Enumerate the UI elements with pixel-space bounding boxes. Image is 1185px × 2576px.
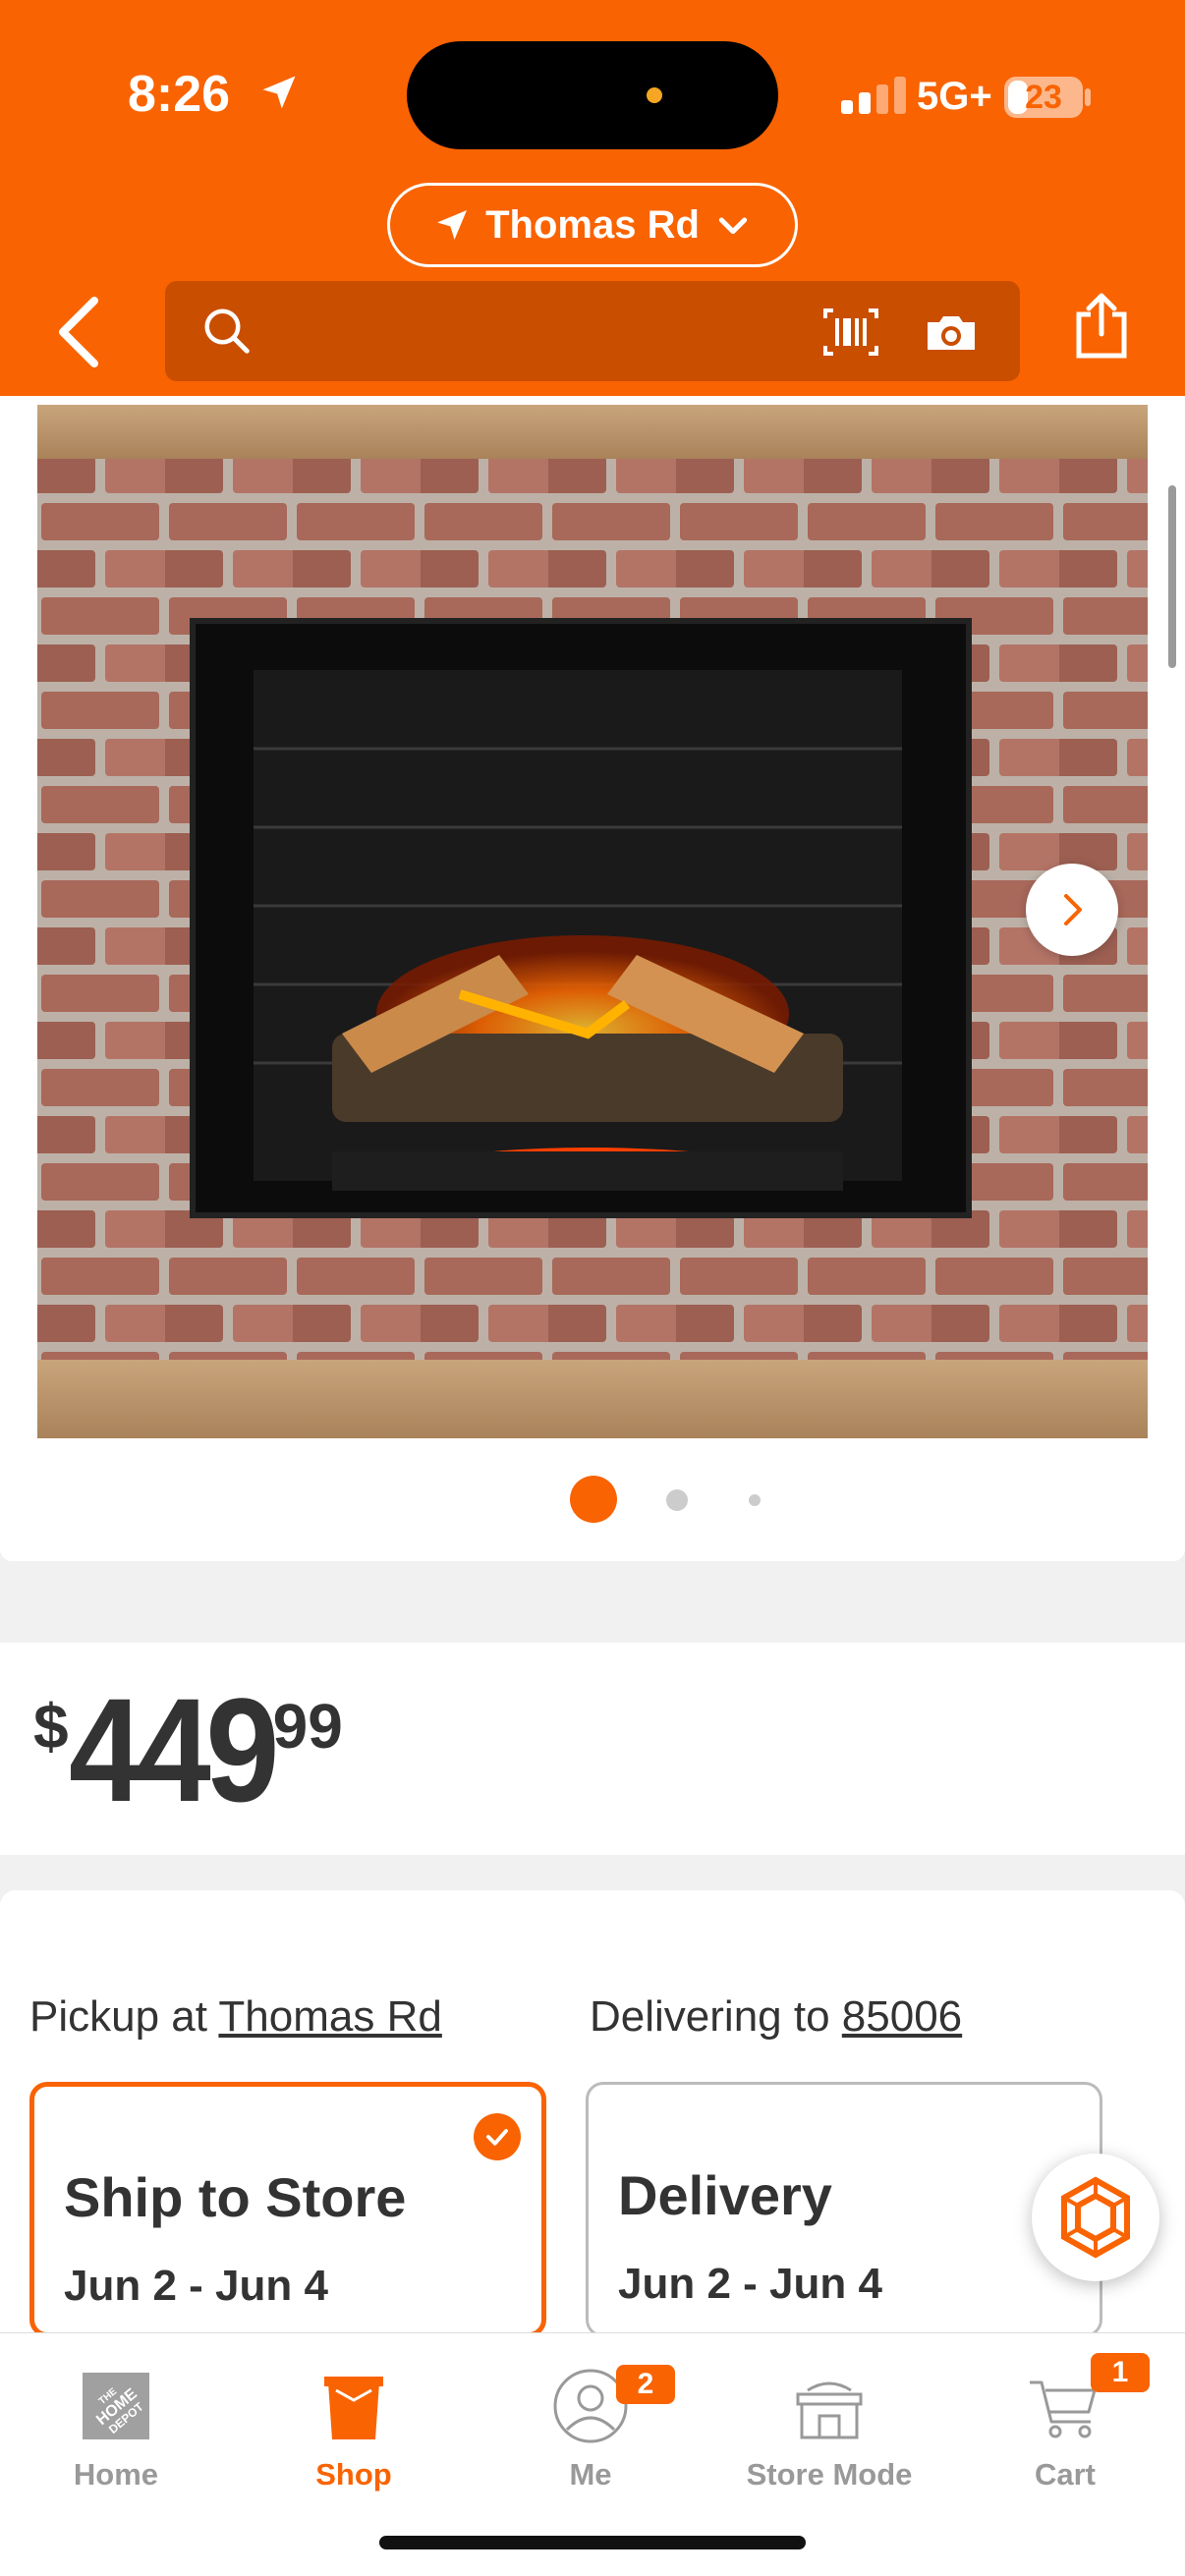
tab-store-mode[interactable]: Store Mode (721, 2353, 937, 2500)
barcode-icon[interactable] (821, 307, 880, 358)
price-cents: 99 (272, 1691, 343, 1762)
camera-dot (647, 87, 662, 103)
checkmark-icon (474, 2113, 521, 2160)
camera-icon[interactable] (924, 308, 979, 356)
battery-icon: 23 (1004, 77, 1083, 118)
bucket-icon (324, 2377, 383, 2439)
gallery-dot[interactable] (666, 1489, 688, 1511)
pickup-store-link[interactable]: Thomas Rd (218, 1992, 441, 2041)
dynamic-island (407, 41, 778, 149)
store-icon (796, 2381, 863, 2439)
product-gallery (0, 396, 1185, 1561)
next-image-button[interactable] (1026, 864, 1118, 956)
tab-home[interactable]: THE HOME DEPOT Home (8, 2353, 224, 2500)
product-image[interactable] (37, 405, 1148, 1438)
delivery-zip-link[interactable]: 85006 (842, 1992, 962, 2041)
gallery-dot-active[interactable] (570, 1476, 617, 1523)
assistant-button[interactable] (1032, 2154, 1159, 2281)
fulfillment-section: Pickup at Thomas Rd Delivering to 85006 … (0, 1890, 1185, 2337)
battery-level: 23 (1025, 79, 1062, 116)
tab-label: Cart (1034, 2457, 1096, 2492)
signal-icon (841, 77, 906, 114)
tab-bar: THE HOME DEPOT Home Shop 2 Me Store Mode… (0, 2332, 1185, 2576)
scroll-indicator (1168, 485, 1176, 668)
pickup-label: Pickup at Thomas Rd (29, 1992, 442, 2041)
option-date: Jun 2 - Jun 4 (64, 2262, 328, 2310)
home-depot-logo-icon: THE HOME DEPOT (83, 2373, 149, 2439)
price-dollar-sign: $ (33, 1691, 69, 1762)
location-arrow-icon (262, 76, 296, 109)
hexagon-assistant-icon (1061, 2176, 1130, 2259)
delivery-label: Delivering to 85006 (590, 1992, 963, 2041)
gallery-dot[interactable] (749, 1494, 761, 1506)
store-name: Thomas Rd (485, 202, 700, 247)
location-arrow-icon (437, 210, 468, 240)
option-title: Delivery (618, 2164, 832, 2226)
price-section: $ 449 99 (0, 1643, 1185, 1855)
tab-cart[interactable]: 1 Cart (957, 2353, 1173, 2500)
delivery-option[interactable]: Delivery Jun 2 - Jun 4 (586, 2082, 1102, 2337)
search-input[interactable] (273, 301, 823, 360)
notification-badge: 2 (616, 2365, 675, 2404)
gallery-dots (0, 1474, 1185, 1525)
tab-label: Shop (315, 2457, 392, 2492)
tab-shop[interactable]: Shop (246, 2353, 462, 2500)
search-bar[interactable] (165, 281, 1020, 381)
chevron-down-icon (718, 217, 748, 235)
home-indicator (379, 2536, 806, 2549)
store-selector[interactable]: Thomas Rd (387, 183, 798, 267)
status-time: 8:26 (128, 66, 231, 123)
share-icon[interactable] (1071, 291, 1132, 362)
tab-label: Me (569, 2457, 612, 2492)
ship-to-store-option[interactable]: Ship to Store Jun 2 - Jun 4 (29, 2082, 546, 2337)
search-icon (204, 308, 250, 354)
cart-count-badge: 1 (1091, 2353, 1150, 2392)
chevron-right-icon (1064, 894, 1082, 925)
network-type: 5G+ (917, 75, 992, 118)
tab-me[interactable]: 2 Me (482, 2353, 699, 2500)
option-title: Ship to Store (64, 2166, 407, 2228)
option-date: Jun 2 - Jun 4 (618, 2260, 882, 2308)
tab-label: Home (73, 2457, 159, 2492)
app-header: 8:26 5G+ 23 Thomas Rd (0, 0, 1185, 396)
price-dollars: 449 (68, 1667, 279, 1832)
price: $ 449 99 (33, 1676, 343, 1823)
tab-label: Store Mode (746, 2457, 913, 2492)
back-button[interactable] (51, 293, 110, 371)
